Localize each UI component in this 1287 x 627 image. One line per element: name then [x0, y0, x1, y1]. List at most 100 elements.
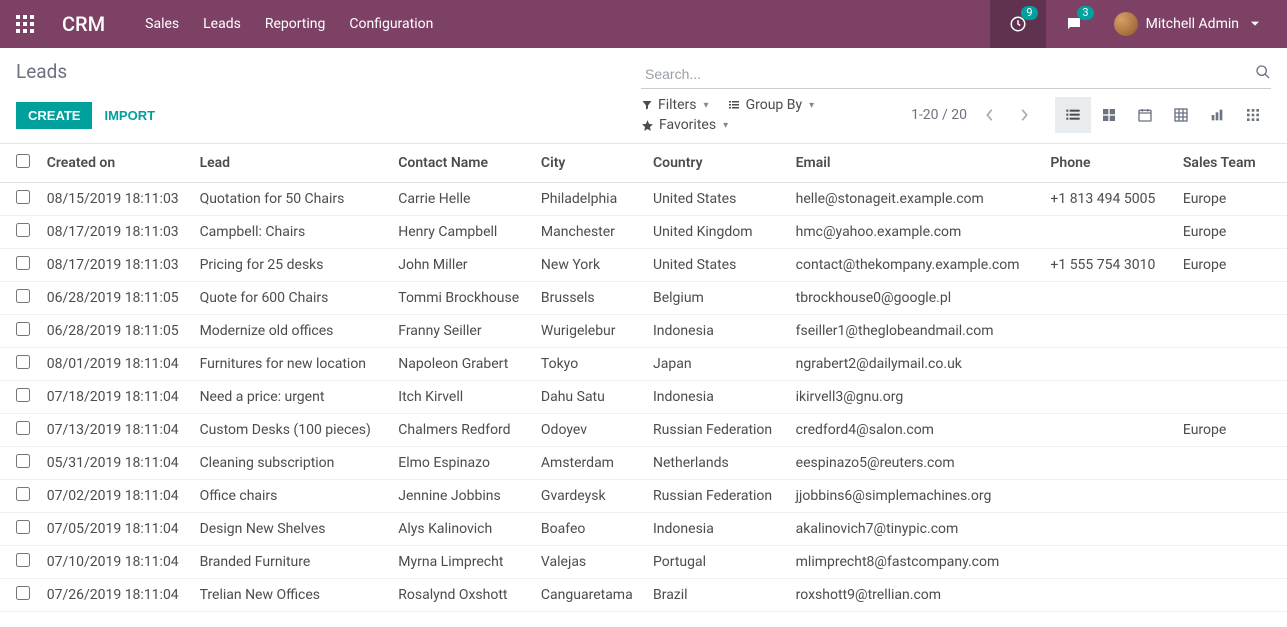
- row-checkbox[interactable]: [16, 454, 30, 468]
- cell-email: eespinazo5@reuters.com: [788, 447, 1043, 480]
- apps-icon[interactable]: [16, 15, 34, 33]
- cell-lead: Design New Shelves: [192, 513, 391, 546]
- view-pivot[interactable]: [1163, 97, 1199, 133]
- table-row[interactable]: 07/10/2019 18:11:04Branded FurnitureMyrn…: [0, 546, 1287, 579]
- table-row[interactable]: 05/31/2019 18:11:04Cleaning subscription…: [0, 447, 1287, 480]
- row-checkbox[interactable]: [16, 553, 30, 567]
- row-checkbox[interactable]: [16, 223, 30, 237]
- select-all-checkbox[interactable]: [16, 154, 30, 168]
- cell-created: 06/28/2019 18:11:05: [39, 282, 192, 315]
- cell-country: Netherlands: [645, 447, 788, 480]
- cell-lead: Campbell: Chairs: [192, 216, 391, 249]
- table-row[interactable]: 07/02/2019 18:11:04Office chairsJennine …: [0, 480, 1287, 513]
- cell-team: Europe: [1175, 216, 1287, 249]
- create-button[interactable]: CREATE: [16, 102, 92, 129]
- cell-email: mlimprecht8@fastcompany.com: [788, 546, 1043, 579]
- search-input[interactable]: [641, 60, 1271, 89]
- cell-contact: Elmo Espinazo: [390, 447, 533, 480]
- row-checkbox[interactable]: [16, 586, 30, 600]
- search-icon[interactable]: [1255, 64, 1271, 80]
- cell-created: 07/18/2019 18:11:04: [39, 381, 192, 414]
- th-contact[interactable]: Contact Name: [390, 144, 533, 183]
- cell-email: tbrockhouse0@google.pl: [788, 282, 1043, 315]
- cell-city: Valejas: [533, 546, 645, 579]
- nav-reporting[interactable]: Reporting: [265, 16, 326, 32]
- star-icon: [641, 119, 654, 132]
- cell-phone: [1042, 546, 1174, 579]
- cell-phone: [1042, 381, 1174, 414]
- row-checkbox[interactable]: [16, 487, 30, 501]
- cell-email: hmc@yahoo.example.com: [788, 216, 1043, 249]
- cell-country: Belgium: [645, 282, 788, 315]
- view-activity[interactable]: [1235, 97, 1271, 133]
- view-graph[interactable]: [1199, 97, 1235, 133]
- th-team[interactable]: Sales Team: [1175, 144, 1287, 183]
- row-checkbox[interactable]: [16, 289, 30, 303]
- cell-contact: John Miller: [390, 249, 533, 282]
- cell-email: helle@stonageit.example.com: [788, 183, 1043, 216]
- brand[interactable]: CRM: [62, 12, 105, 36]
- row-checkbox[interactable]: [16, 421, 30, 435]
- table-row[interactable]: 06/28/2019 18:11:05Quote for 600 ChairsT…: [0, 282, 1287, 315]
- nav-sales[interactable]: Sales: [145, 16, 179, 32]
- cell-email: contact@thekompany.example.com: [788, 249, 1043, 282]
- cell-created: 05/31/2019 18:11:04: [39, 447, 192, 480]
- cell-team: Europe: [1175, 249, 1287, 282]
- cell-email: akalinovich7@tinypic.com: [788, 513, 1043, 546]
- cell-country: United Kingdom: [645, 216, 788, 249]
- row-checkbox[interactable]: [16, 520, 30, 534]
- cell-email: ikirvell3@gnu.org: [788, 381, 1043, 414]
- import-button[interactable]: IMPORT: [104, 108, 155, 123]
- th-country[interactable]: Country: [645, 144, 788, 183]
- cell-contact: Jennine Jobbins: [390, 480, 533, 513]
- table-row[interactable]: 08/15/2019 18:11:03Quotation for 50 Chai…: [0, 183, 1287, 216]
- table-row[interactable]: 07/13/2019 18:11:04Custom Desks (100 pie…: [0, 414, 1287, 447]
- th-phone[interactable]: Phone: [1042, 144, 1174, 183]
- cell-team: [1175, 348, 1287, 381]
- th-lead[interactable]: Lead: [192, 144, 391, 183]
- table-row[interactable]: 08/17/2019 18:11:03Pricing for 25 desksJ…: [0, 249, 1287, 282]
- cell-contact: Itch Kirvell: [390, 381, 533, 414]
- cell-created: 07/10/2019 18:11:04: [39, 546, 192, 579]
- table-row[interactable]: 07/18/2019 18:11:04Need a price: urgentI…: [0, 381, 1287, 414]
- th-created[interactable]: Created on: [39, 144, 192, 183]
- pager-next[interactable]: [1013, 106, 1035, 124]
- caret-down-icon: ▾: [809, 100, 814, 111]
- cell-team: [1175, 480, 1287, 513]
- cell-created: 08/17/2019 18:11:03: [39, 249, 192, 282]
- pager-prev[interactable]: [979, 106, 1001, 124]
- table-row[interactable]: 06/28/2019 18:11:05Modernize old offices…: [0, 315, 1287, 348]
- favorites-button[interactable]: Favorites ▾: [641, 117, 728, 133]
- table-row[interactable]: 08/01/2019 18:11:04Furnitures for new lo…: [0, 348, 1287, 381]
- cell-phone: [1042, 447, 1174, 480]
- table-row[interactable]: 08/17/2019 18:11:03Campbell: ChairsHenry…: [0, 216, 1287, 249]
- th-city[interactable]: City: [533, 144, 645, 183]
- view-switcher: [1055, 97, 1271, 133]
- filters-button[interactable]: Filters ▾: [641, 97, 709, 113]
- nav-configuration[interactable]: Configuration: [349, 16, 433, 32]
- row-checkbox[interactable]: [16, 355, 30, 369]
- messaging-button[interactable]: 3: [1046, 0, 1102, 48]
- cell-team: [1175, 513, 1287, 546]
- table-row[interactable]: 07/05/2019 18:11:04Design New ShelvesAly…: [0, 513, 1287, 546]
- user-menu[interactable]: Mitchell Admin: [1102, 12, 1271, 36]
- row-checkbox[interactable]: [16, 322, 30, 336]
- nav-leads[interactable]: Leads: [203, 16, 241, 32]
- groupby-button[interactable]: Group By ▾: [727, 97, 815, 113]
- cell-email: credford4@salon.com: [788, 414, 1043, 447]
- calendar-icon: [1137, 107, 1153, 123]
- view-calendar[interactable]: [1127, 97, 1163, 133]
- view-list[interactable]: [1055, 97, 1091, 133]
- table-row[interactable]: 07/26/2019 18:11:04Trelian New OfficesRo…: [0, 579, 1287, 612]
- list-icon: [727, 99, 741, 111]
- view-kanban[interactable]: [1091, 97, 1127, 133]
- th-email[interactable]: Email: [788, 144, 1043, 183]
- row-checkbox[interactable]: [16, 190, 30, 204]
- activity-button[interactable]: 9: [990, 0, 1046, 48]
- cell-city: New York: [533, 249, 645, 282]
- row-checkbox[interactable]: [16, 256, 30, 270]
- row-checkbox[interactable]: [16, 388, 30, 402]
- cell-city: Amsterdam: [533, 447, 645, 480]
- control-panel: Leads CREATE IMPORT Filters ▾ Group By ▾: [0, 48, 1287, 144]
- cell-phone: [1042, 480, 1174, 513]
